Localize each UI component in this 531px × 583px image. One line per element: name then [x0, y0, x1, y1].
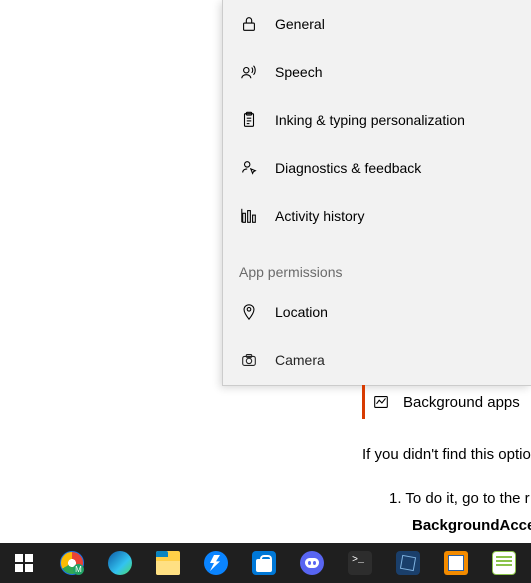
article-step: 1. To do it, go to the r	[389, 490, 531, 507]
sidebar-item-label: General	[275, 16, 325, 32]
lock-icon	[239, 14, 259, 34]
start-button[interactable]	[0, 543, 48, 583]
sidebar-item-camera[interactable]: Camera	[223, 336, 531, 384]
taskbar-store[interactable]	[240, 543, 288, 583]
speech-icon	[239, 62, 259, 82]
taskbar-vmware[interactable]	[432, 543, 480, 583]
feedback-icon	[239, 158, 259, 178]
sidebar-item-general[interactable]: General	[223, 0, 531, 48]
settings-sidebar: General Speech Inking & typing personali…	[222, 0, 531, 386]
windows-icon	[12, 551, 36, 575]
discord-icon	[300, 551, 324, 575]
taskbar-edge[interactable]	[96, 543, 144, 583]
sidebar-item-label: Activity history	[275, 208, 364, 224]
highlighted-background-apps[interactable]: Background apps	[362, 385, 531, 419]
taskbar-chrome[interactable]: M	[48, 543, 96, 583]
highlighted-label: Background apps	[403, 394, 520, 411]
taskbar-terminal[interactable]	[336, 543, 384, 583]
taskbar: M	[0, 543, 531, 583]
vmware-icon	[444, 551, 468, 575]
background-apps-icon	[371, 392, 391, 412]
location-icon	[239, 302, 259, 322]
sidebar-item-label: Location	[275, 304, 328, 320]
taskbar-file-explorer[interactable]	[144, 543, 192, 583]
sidebar-item-activity[interactable]: Activity history	[223, 192, 531, 240]
step-number: 1.	[389, 490, 402, 507]
article-text-line: If you didn't find this optio	[362, 446, 531, 463]
sidebar-item-diagnostics[interactable]: Diagnostics & feedback	[223, 144, 531, 192]
terminal-icon	[348, 551, 372, 575]
sidebar-item-inking[interactable]: Inking & typing personalization	[223, 96, 531, 144]
notepad-icon	[492, 551, 516, 575]
step-content: To do it, go to the r	[405, 490, 529, 507]
section-header-permissions: App permissions	[223, 240, 531, 288]
sidebar-item-speech[interactable]: Speech	[223, 48, 531, 96]
taskbar-discord[interactable]	[288, 543, 336, 583]
clipboard-icon	[239, 110, 259, 130]
chrome-icon: M	[60, 551, 84, 575]
sidebar-item-label: Diagnostics & feedback	[275, 160, 421, 176]
camera-icon	[239, 350, 259, 370]
taskbar-notepad[interactable]	[480, 543, 528, 583]
thunderbird-icon	[204, 551, 228, 575]
store-icon	[252, 551, 276, 575]
folder-icon	[156, 551, 180, 575]
history-icon	[239, 206, 259, 226]
edge-icon	[108, 551, 132, 575]
taskbar-virtualbox[interactable]	[384, 543, 432, 583]
virtualbox-icon	[396, 551, 420, 575]
taskbar-thunderbird[interactable]	[192, 543, 240, 583]
sidebar-item-label: Camera	[275, 352, 325, 368]
sidebar-item-label: Speech	[275, 64, 322, 80]
sidebar-item-label: Inking & typing personalization	[275, 112, 465, 128]
article-bold-text: BackgroundAcces	[412, 517, 531, 534]
sidebar-item-location[interactable]: Location	[223, 288, 531, 336]
